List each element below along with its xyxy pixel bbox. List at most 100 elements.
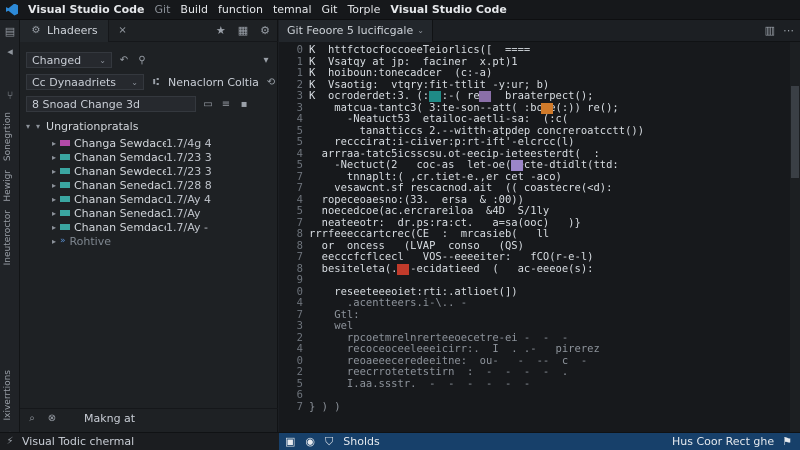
more-icon[interactable]: ▾ — [260, 55, 272, 66]
arrow-icon: » — [60, 236, 66, 246]
staged-changes-label: 8 Snoad Change 3d — [32, 97, 140, 111]
tab-headers[interactable]: ⚙ Lhadeers — [20, 19, 109, 42]
menu-git[interactable]: Git — [155, 3, 171, 16]
line-number: 0 — [296, 44, 303, 56]
line-number: 3 — [296, 101, 303, 114]
close-icon[interactable]: × — [117, 25, 129, 36]
terminal-icon[interactable]: ▣ — [285, 435, 295, 448]
item-sub: Sewdeces — [119, 164, 166, 178]
section-caret-icon-2: ▾ — [36, 121, 41, 131]
line-number: 5 — [296, 124, 303, 137]
bell-icon[interactable]: ⚑ — [782, 435, 792, 448]
item-name: Changa — [74, 136, 117, 150]
expand-icon: ▸ — [51, 208, 56, 218]
status-left: ⚡ Visual Todic chermal — [0, 433, 279, 450]
scrollbar-thumb[interactable] — [791, 86, 799, 178]
line-number: 5 — [296, 136, 303, 148]
editor-tab-active[interactable]: Git Feoore 5 Iucificgale ⌄ — [279, 20, 433, 42]
branch-select-icon[interactable]: ⑆ — [150, 77, 162, 88]
code-line: K Vsatqy at jp: faciner x.pt)1 — [309, 55, 518, 68]
item-date: 1.7/23 3 — [166, 150, 212, 164]
shield-icon[interactable]: ⛉ — [325, 435, 333, 449]
split-editor-icon[interactable]: ▥ — [765, 24, 775, 37]
activity-label-1[interactable]: Sonegrtion — [3, 112, 13, 161]
line-number: 6 — [296, 389, 303, 401]
tab-headers-label: Lhadeers — [47, 24, 98, 37]
status-right-end[interactable]: Hus Coor Rect ghe — [672, 435, 774, 448]
line-number: 0 — [296, 285, 303, 298]
explorer-icon[interactable]: ▤ — [4, 26, 16, 38]
source-control-sidebar: ⚙ Lhadeers × ★ ▦ ⚙ Changed ⌄ ↶ ⚲ ▾ Cc Dy… — [20, 19, 278, 432]
line-number: 7 — [296, 251, 303, 263]
list-icon[interactable]: ≡ — [220, 99, 232, 110]
menu-terminal[interactable]: temnal — [273, 3, 312, 16]
source-control-icon[interactable]: ⑂ — [4, 90, 16, 102]
section-caret-icon: ▾ — [26, 121, 31, 131]
menu-torple[interactable]: Torple — [347, 3, 380, 16]
menu-git-2[interactable]: Git — [322, 3, 338, 16]
line-number: 2 — [296, 78, 303, 91]
list-item[interactable]: ▸ Chanan Semdaces 1.7/Ay - — [20, 220, 278, 234]
pin-icon[interactable]: ⚲ — [136, 55, 148, 66]
activity-label-2[interactable]: Hewigr — [3, 170, 13, 202]
calendar-icon[interactable]: ▭ — [202, 99, 214, 110]
list-item[interactable]: ▸ Chanan Senedaces 1.7/28 8 — [20, 178, 278, 192]
branch-select-label[interactable]: Nenaclorn Coltia — [168, 76, 259, 89]
github-icon[interactable]: ◉ — [305, 435, 315, 448]
item-sub: Semdaces — [119, 150, 166, 164]
search-icon[interactable]: ⌕ — [26, 413, 38, 424]
list-item[interactable]: ▸ Changa Sewdacec 1.7/4g 4 — [20, 136, 278, 150]
line-number: 9 — [296, 274, 303, 286]
code-line: eecccfcflcecl VOS--eeeeiter: fCO(r-e-l) — [309, 251, 594, 263]
sync-icon[interactable]: ⟲ — [265, 77, 277, 88]
file-type-icon — [60, 210, 70, 216]
list-item[interactable]: ▸ Chanan Semdaces 1.7/23 3 — [20, 150, 278, 164]
list-item[interactable]: ▸ » Rohtive — [20, 234, 278, 248]
menu-build[interactable]: Build — [180, 3, 208, 16]
tree-section-header[interactable]: ▾ ▾ Ungrationpratals — [20, 118, 278, 134]
code-line: reoaeeeceredeeitne: ou- - -- c - — [309, 354, 588, 367]
activity-label-3[interactable]: Ineuteroctor — [3, 210, 13, 265]
item-name: Chanan — [74, 150, 117, 164]
expand-icon: ▸ — [51, 194, 56, 204]
list-item[interactable]: ▸ Chanan Semdaces 1.7/Ay 4 — [20, 192, 278, 206]
clear-icon[interactable]: ⊗ — [46, 413, 58, 424]
box-icon[interactable]: ▪ — [238, 99, 250, 110]
line-number: 4 — [296, 113, 303, 125]
line-number: 0 — [296, 354, 303, 367]
remote-icon[interactable]: ⚡ — [4, 436, 16, 447]
minimap[interactable] — [790, 42, 800, 432]
changed-dropdown[interactable]: Changed ⌄ — [26, 52, 112, 68]
list-item[interactable]: ▸ Chanan Sewdeces 1.7/23 3 — [20, 164, 278, 178]
status-left-label[interactable]: Visual Todic chermal — [22, 435, 134, 448]
star-icon[interactable]: ★ — [216, 24, 226, 37]
activity-label-4[interactable]: Ixiverrtions — [3, 370, 13, 421]
item-sub: Sewdacec — [119, 136, 166, 150]
more-actions-icon[interactable]: ⋯ — [783, 24, 794, 37]
status-bar: ⚡ Visual Todic chermal ▣ ◉ ⛉ Sholds Hus … — [0, 432, 800, 450]
item-sub: Semdaces — [119, 192, 166, 206]
expand-icon: ▸ — [51, 152, 56, 162]
line-number: 7 — [296, 216, 303, 229]
activity-bar: ▤ ◂ ⑂ Sonegrtion Hewigr Ineuteroctor Ixi… — [0, 20, 20, 450]
list-item[interactable]: ▸ Chanan Senedaces 1.7/Ay — [20, 206, 278, 220]
discard-icon[interactable]: ↶ — [118, 55, 130, 66]
grid-icon[interactable]: ▦ — [238, 24, 248, 37]
staged-changes-dropdown[interactable]: 8 Snoad Change 3d — [26, 96, 196, 112]
code-line: reecrrotetetstirn : - - - - . — [309, 366, 569, 378]
filter-input-label: Cc Dynaadriets — [32, 75, 117, 89]
gear-icon[interactable]: ⚙ — [260, 24, 270, 37]
code-line: recccirat:i-ciiver:p:rt-ift'-elcrcc(l) — [309, 136, 575, 148]
collapse-icon[interactable]: ◂ — [4, 46, 16, 58]
code-line: -Neatuct53 etailoc-aetli-sa: (:c( — [309, 113, 569, 125]
code-area[interactable]: 0 K httfctocfoccoeeTeiorlics([ ==== 1 K Vsa… — [279, 44, 779, 430]
filter-input[interactable]: Cc Dynaadriets ⌄ — [26, 74, 144, 90]
app-title: Visual Studio Code — [28, 3, 145, 16]
code-line: reseeteeeoiet:rti:.atlioet(]) — [309, 285, 518, 298]
section-title: Ungrationpratals — [46, 119, 139, 133]
line-number: 3 — [296, 320, 303, 332]
menu-function[interactable]: function — [218, 3, 263, 16]
item-name: Chanan — [74, 164, 117, 178]
status-right-label[interactable]: Sholds — [343, 435, 379, 448]
chevron-down-icon: ⌄ — [99, 55, 106, 65]
